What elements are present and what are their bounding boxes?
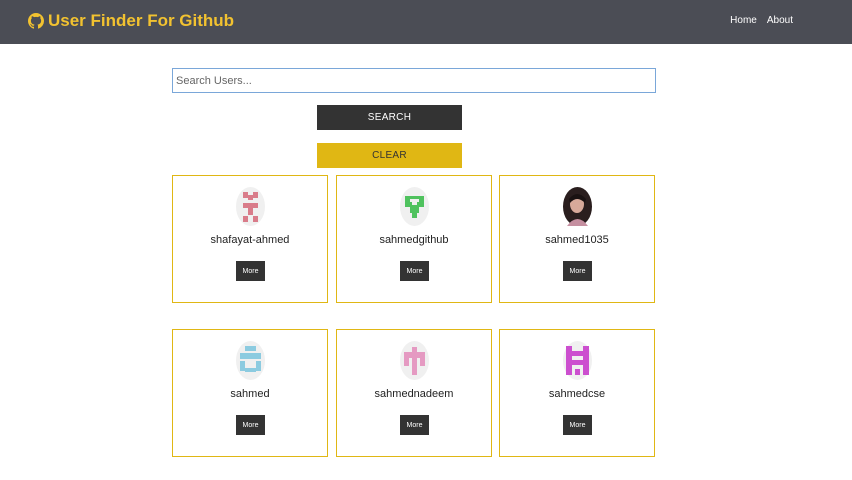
nav-links: Home About [730,15,793,26]
identicon-icon [400,187,429,226]
user-login: sahmedcse [548,388,606,400]
brand[interactable]: User Finder For Github [28,11,234,31]
user-login: sahmed [230,388,270,400]
nav-link-home[interactable]: Home [730,15,757,26]
avatar [236,187,265,226]
more-button[interactable]: More [400,415,429,435]
clear-button[interactable]: CLEAR [317,143,462,168]
user-login: sahmednadeem [374,388,454,400]
more-button[interactable]: More [563,415,592,435]
user-login: shafayat-ahmed [210,234,290,246]
identicon-icon [236,341,265,380]
more-button[interactable]: More [236,261,265,281]
profile-photo-icon [563,187,592,226]
search-button[interactable]: SEARCH [317,105,462,130]
user-card: sahmedgithub More [336,175,492,303]
nav-link-about[interactable]: About [767,15,793,26]
more-button[interactable]: More [236,415,265,435]
user-card: sahmed1035 More [499,175,655,303]
user-card: shafayat-ahmed More [172,175,328,303]
user-card: sahmedcse More [499,329,655,457]
avatar [563,187,592,226]
identicon-icon [563,341,592,380]
user-login: sahmedgithub [379,234,449,246]
avatar [400,187,429,226]
user-card: sahmednadeem More [336,329,492,457]
avatar [236,341,265,380]
user-login: sahmed1035 [545,234,609,246]
search-input[interactable] [172,68,656,93]
avatar [563,341,592,380]
avatar [400,341,429,380]
identicon-icon [400,341,429,380]
more-button[interactable]: More [563,261,592,281]
navbar: User Finder For Github Home About [0,0,852,44]
identicon-icon [236,187,265,226]
more-button[interactable]: More [400,261,429,281]
user-card: sahmed More [172,329,328,457]
github-icon [28,13,44,29]
brand-title: User Finder For Github [48,11,235,30]
